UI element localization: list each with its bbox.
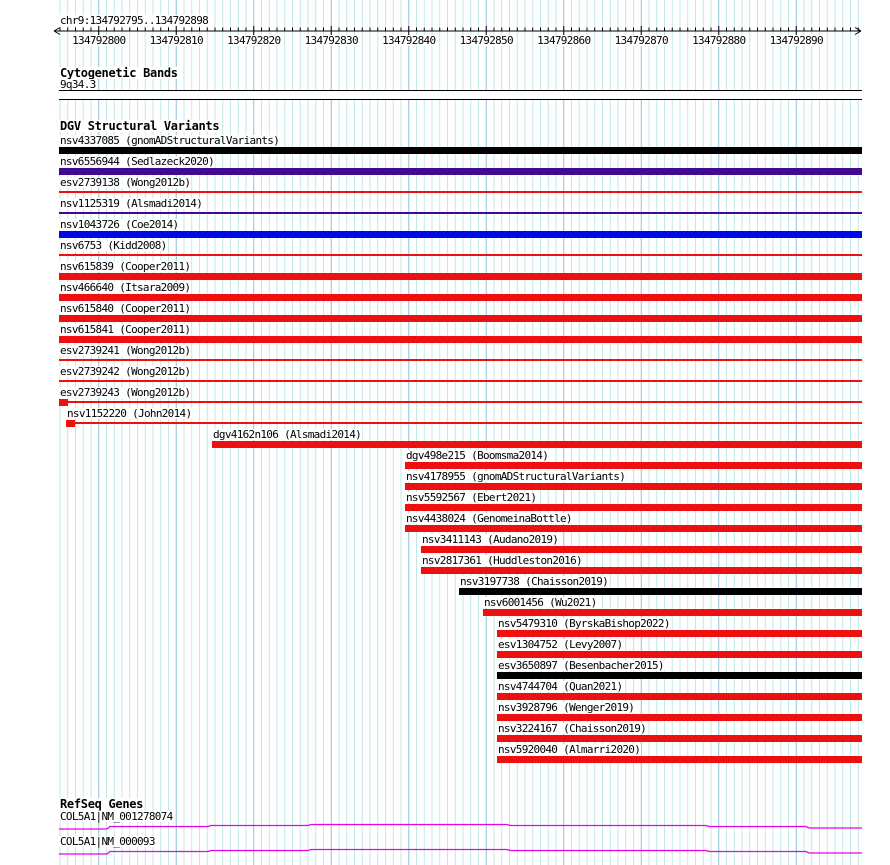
variant-label: nsv5479310 (ByrskaBishop2022) — [497, 617, 671, 630]
cytoband-track[interactable] — [59, 90, 862, 100]
variant-bar[interactable] — [66, 419, 75, 427]
variant-label: nsv1125319 (Alsmadi2014) — [59, 197, 204, 210]
variant-label: nsv615840 (Cooper2011) — [59, 302, 192, 315]
variant-label: esv3650897 (Besenbacher2015) — [497, 659, 665, 672]
ruler-tick-label: 134792810 — [148, 34, 204, 47]
variant-bar[interactable] — [421, 545, 862, 553]
gene-label: COL5A1|NM_001278074 — [59, 810, 174, 823]
variant-bar[interactable] — [459, 587, 862, 595]
variant-bar[interactable] — [59, 254, 862, 256]
ruler-tick-label: 134792850 — [458, 34, 514, 47]
variant-label: esv2739138 (Wong2012b) — [59, 176, 192, 189]
variant-label: nsv4337085 (gnomADStructuralVariants) — [59, 134, 281, 147]
variant-label: nsv3224167 (Chaisson2019) — [497, 722, 648, 735]
gene-label: COL5A1|NM_000093 — [59, 835, 156, 848]
ruler-tick-label: 134792800 — [71, 34, 127, 47]
variant-bar[interactable] — [405, 503, 862, 511]
variant-bar[interactable] — [59, 212, 862, 214]
variant-bar[interactable] — [212, 440, 862, 448]
variant-label: nsv5592567 (Ebert2021) — [405, 491, 538, 504]
variant-bar[interactable] — [59, 293, 862, 301]
variant-bar[interactable] — [421, 566, 862, 574]
variant-bar[interactable] — [59, 359, 862, 361]
variant-label: nsv1152220 (John2014) — [66, 407, 193, 420]
dgv-variants-section-title: DGV Structural Variants — [59, 119, 221, 133]
variant-label: esv1304752 (Levy2007) — [497, 638, 624, 651]
variant-bar[interactable] — [483, 608, 862, 616]
gene-line[interactable] — [59, 848, 862, 855]
variant-bar[interactable] — [59, 335, 862, 343]
variant-label: esv2739243 (Wong2012b) — [59, 386, 192, 399]
ruler-tick-label: 134792820 — [226, 34, 282, 47]
variant-label: nsv466640 (Itsara2009) — [59, 281, 192, 294]
variant-bar[interactable] — [497, 755, 862, 763]
variant-label: nsv615839 (Cooper2011) — [59, 260, 192, 273]
variant-label: nsv5920040 (Almarri2020) — [497, 743, 642, 756]
variant-bar[interactable] — [59, 146, 862, 154]
variant-label: nsv3197738 (Chaisson2019) — [459, 575, 610, 588]
variant-bar[interactable] — [405, 524, 862, 532]
variant-label: nsv2817361 (Huddleston2016) — [421, 554, 583, 567]
region-title: chr9:134792795..134792898 — [59, 14, 210, 27]
variant-label: nsv4438024 (GenomeinaBottle) — [405, 512, 573, 525]
ruler-tick-label: 134792860 — [536, 34, 592, 47]
ruler-tick-label: 134792880 — [691, 34, 747, 47]
variant-bar[interactable] — [497, 734, 862, 742]
variant-bar[interactable] — [497, 629, 862, 637]
variant-bar[interactable] — [59, 191, 862, 193]
variant-bar[interactable] — [68, 401, 862, 403]
cytoband-label: 9q34.3 — [59, 78, 97, 91]
ruler-tick-label: 134792870 — [613, 34, 669, 47]
variant-bar[interactable] — [405, 461, 862, 469]
variant-bar[interactable] — [497, 692, 862, 700]
variant-bar[interactable] — [59, 167, 862, 175]
variant-bar[interactable] — [59, 314, 862, 322]
ruler-tick-label: 134792840 — [381, 34, 437, 47]
variant-label: esv2739242 (Wong2012b) — [59, 365, 192, 378]
variant-label: nsv4178955 (gnomADStructuralVariants) — [405, 470, 627, 483]
variant-label: nsv1043726 (Coe2014) — [59, 218, 180, 231]
variant-bar[interactable] — [75, 422, 862, 424]
variant-label: nsv3411143 (Audano2019) — [421, 533, 560, 546]
ruler-tick-label: 134792890 — [768, 34, 824, 47]
variant-bar[interactable] — [497, 671, 862, 679]
variant-bar[interactable] — [59, 398, 68, 406]
gene-line[interactable] — [59, 823, 862, 830]
variant-label: nsv6556944 (Sedlazeck2020) — [59, 155, 215, 168]
variant-bar[interactable] — [59, 380, 862, 382]
refseq-genes-section-title: RefSeq Genes — [59, 797, 145, 811]
variant-label: nsv6753 (Kidd2008) — [59, 239, 168, 252]
variant-bar[interactable] — [59, 230, 862, 238]
variant-label: nsv615841 (Cooper2011) — [59, 323, 192, 336]
variant-bar[interactable] — [497, 713, 862, 721]
genome-browser: chr9:134792795..134792898 134792800 13479… — [0, 0, 890, 865]
variant-label: dgv4162n106 (Alsmadi2014) — [212, 428, 363, 441]
variant-label: nsv4744704 (Quan2021) — [497, 680, 624, 693]
ruler-tick-label: 134792830 — [303, 34, 359, 47]
variant-label: dgv498e215 (Boomsma2014) — [405, 449, 550, 462]
variant-bar[interactable] — [497, 650, 862, 658]
variant-label: esv2739241 (Wong2012b) — [59, 344, 192, 357]
variant-bar[interactable] — [405, 482, 862, 490]
variant-label: nsv3928796 (Wenger2019) — [497, 701, 636, 714]
variant-label: nsv6001456 (Wu2021) — [483, 596, 598, 609]
variant-bar[interactable] — [59, 272, 862, 280]
